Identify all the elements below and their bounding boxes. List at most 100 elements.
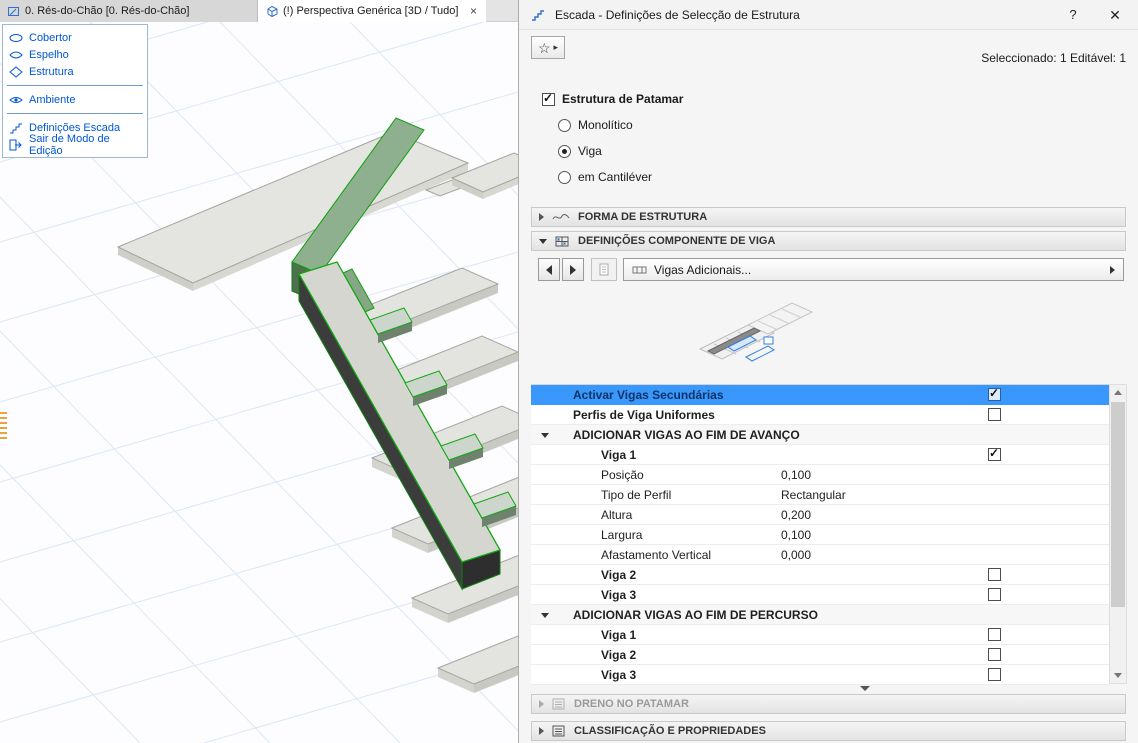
row-checkbox[interactable] xyxy=(988,448,1001,461)
next-component-button[interactable] xyxy=(562,258,584,281)
radio-monolitico[interactable]: Monolítico xyxy=(558,118,633,132)
dialog-title: Escada - Definições de Selecção de Estru… xyxy=(555,8,800,22)
section-label: DRENO NO PATAMAR xyxy=(574,698,689,710)
component-settings-button-disabled[interactable] xyxy=(591,258,617,281)
radio-label: Viga xyxy=(578,144,602,158)
drain-icon xyxy=(552,698,566,710)
table-row-viga2-avanco[interactable]: Viga 2 xyxy=(531,565,1109,585)
palette-dock-handle[interactable] xyxy=(0,412,7,442)
row-label: Perfis de Viga Uniformes xyxy=(573,408,715,422)
tab-3d-perspective[interactable]: (!) Perspectiva Genérica [3D / Tudo] × xyxy=(258,0,486,22)
palette-item-ambiente[interactable]: Ambiente xyxy=(3,91,147,108)
close-button[interactable]: ✕ xyxy=(1104,5,1126,25)
row-checkbox[interactable] xyxy=(988,408,1001,421)
row-label: Largura xyxy=(601,528,642,542)
row-checkbox[interactable] xyxy=(988,648,1001,661)
prev-component-button[interactable] xyxy=(538,258,560,281)
radio-viga[interactable]: Viga xyxy=(558,144,602,158)
row-value[interactable]: 0,100 xyxy=(781,468,811,482)
row-value[interactable]: Rectangular xyxy=(781,488,846,502)
scroll-down-button[interactable] xyxy=(1110,668,1126,683)
table-row-largura[interactable]: Largura 0,100 xyxy=(531,525,1109,545)
expander-collapsed-icon xyxy=(539,700,544,708)
row-label: Afastamento Vertical xyxy=(601,548,711,562)
radio-label: Monolítico xyxy=(578,118,633,132)
scrollbar-thumb[interactable] xyxy=(1111,402,1125,607)
palette-separator xyxy=(7,113,143,114)
table-row-tipo-de-perfil[interactable]: Tipo de Perfil Rectangular xyxy=(531,485,1109,505)
checkbox-box[interactable] xyxy=(542,93,555,106)
row-label: Activar Vigas Secundárias xyxy=(573,388,724,402)
favorites-star-icon: ☆ xyxy=(538,41,551,55)
table-row-altura[interactable]: Altura 0,200 xyxy=(531,505,1109,525)
help-button[interactable]: ? xyxy=(1062,5,1084,25)
structure-shape-icon xyxy=(552,212,570,222)
component-dropdown[interactable]: Vigas Adicionais... xyxy=(623,258,1124,281)
table-row-activar-vigas-secundarias[interactable]: Activar Vigas Secundárias xyxy=(531,385,1109,405)
tab-floor-plan[interactable]: 0. Rés-do-Chão [0. Rés-do-Chão] xyxy=(0,0,258,22)
table-row-viga3-percurso[interactable]: Viga 3 xyxy=(531,665,1109,685)
row-label: Altura xyxy=(601,508,632,522)
section-label: CLASSIFICAÇÃO E PROPRIEDADES xyxy=(574,725,766,737)
table-row-perfis-uniformes[interactable]: Perfis de Viga Uniformes xyxy=(531,405,1109,425)
row-label: Tipo de Perfil xyxy=(601,488,671,502)
radio-em-cantilever[interactable]: em Cantiléver xyxy=(558,170,652,184)
palette-item-label: Cobertor xyxy=(29,32,72,44)
table-group-fim-de-percurso[interactable]: ADICIONAR VIGAS AO FIM DE PERCURSO xyxy=(531,605,1109,625)
view-tab-bar: 0. Rés-do-Chão [0. Rés-do-Chão] (!) Pers… xyxy=(0,0,518,22)
table-row-viga3-avanco[interactable]: Viga 3 xyxy=(531,585,1109,605)
section-forma-de-estrutura[interactable]: FORMA DE ESTRUTURA xyxy=(531,207,1126,227)
palette-separator xyxy=(7,85,143,86)
flyout-arrow-icon: ▸ xyxy=(554,42,559,53)
table-row-viga1-percurso[interactable]: Viga 1 xyxy=(531,625,1109,645)
scroll-up-icon xyxy=(1114,390,1122,395)
expander-expanded-icon xyxy=(539,239,547,244)
group-expander-icon[interactable] xyxy=(541,433,549,438)
row-checkbox[interactable] xyxy=(988,588,1001,601)
list-resize-handle[interactable] xyxy=(860,686,870,691)
checkbox-label: Estrutura de Patamar xyxy=(562,92,683,106)
section-label: FORMA DE ESTRUTURA xyxy=(578,211,707,223)
estrutura-patamar-checkbox[interactable]: Estrutura de Patamar xyxy=(542,92,683,106)
palette-item-cobertor[interactable]: Cobertor xyxy=(3,29,147,46)
palette-item-espelho[interactable]: Espelho xyxy=(3,46,147,63)
cube-3d-icon xyxy=(265,5,278,18)
palette-item-sair-modo-edicao[interactable]: Sair de Modo de Edição xyxy=(3,136,147,153)
row-checkbox[interactable] xyxy=(988,568,1001,581)
selection-status: Seleccionado: 1 Editável: 1 xyxy=(981,51,1126,65)
table-row-viga2-percurso[interactable]: Viga 2 xyxy=(531,645,1109,665)
section-classificacao-propriedades[interactable]: CLASSIFICAÇÃO E PROPRIEDADES xyxy=(531,721,1126,741)
table-row-posicao[interactable]: Posição 0,100 xyxy=(531,465,1109,485)
floor-plan-icon xyxy=(7,5,20,18)
radio-circle[interactable] xyxy=(558,119,571,132)
scroll-up-button[interactable] xyxy=(1110,385,1126,400)
section-definicoes-componente-viga[interactable]: DEFINIÇÕES COMPONENTE DE VIGA xyxy=(531,231,1126,251)
riser-icon xyxy=(9,49,23,61)
row-value[interactable]: 0,000 xyxy=(781,548,811,562)
palette-item-label: Estrutura xyxy=(29,66,74,78)
row-checkbox[interactable] xyxy=(988,388,1001,401)
dropdown-flyout-arrow-icon xyxy=(1110,266,1115,274)
table-group-fim-de-avanco[interactable]: ADICIONAR VIGAS AO FIM DE AVANÇO xyxy=(531,425,1109,445)
expander-collapsed-icon xyxy=(539,727,544,735)
radio-circle[interactable] xyxy=(558,145,571,158)
tab-close-icon[interactable]: × xyxy=(468,4,479,18)
table-row-viga1-avanco[interactable]: Viga 1 xyxy=(531,445,1109,465)
radio-circle[interactable] xyxy=(558,171,571,184)
table-row-afastamento-vertical[interactable]: Afastamento Vertical 0,000 xyxy=(531,545,1109,565)
stair-edit-palette: Cobertor Espelho Estrutura Am xyxy=(2,24,148,158)
stair-dialog-icon xyxy=(531,7,546,22)
tab-label: 0. Rés-do-Chão [0. Rés-do-Chão] xyxy=(25,5,189,17)
palette-item-estrutura[interactable]: Estrutura xyxy=(3,63,147,80)
dropdown-value: Vigas Adicionais... xyxy=(654,263,751,277)
favorites-button[interactable]: ☆ ▸ xyxy=(531,36,565,59)
row-value[interactable]: 0,100 xyxy=(781,528,811,542)
row-checkbox[interactable] xyxy=(988,628,1001,641)
application-window: 0. Rés-do-Chão [0. Rés-do-Chão] (!) Pers… xyxy=(0,0,1138,743)
row-value[interactable]: 0,200 xyxy=(781,508,811,522)
table-scrollbar[interactable] xyxy=(1109,384,1127,684)
section-dreno-no-patamar[interactable]: DRENO NO PATAMAR xyxy=(531,694,1126,714)
group-expander-icon[interactable] xyxy=(541,613,549,618)
prev-arrow-icon xyxy=(546,265,552,275)
row-checkbox[interactable] xyxy=(988,668,1001,681)
